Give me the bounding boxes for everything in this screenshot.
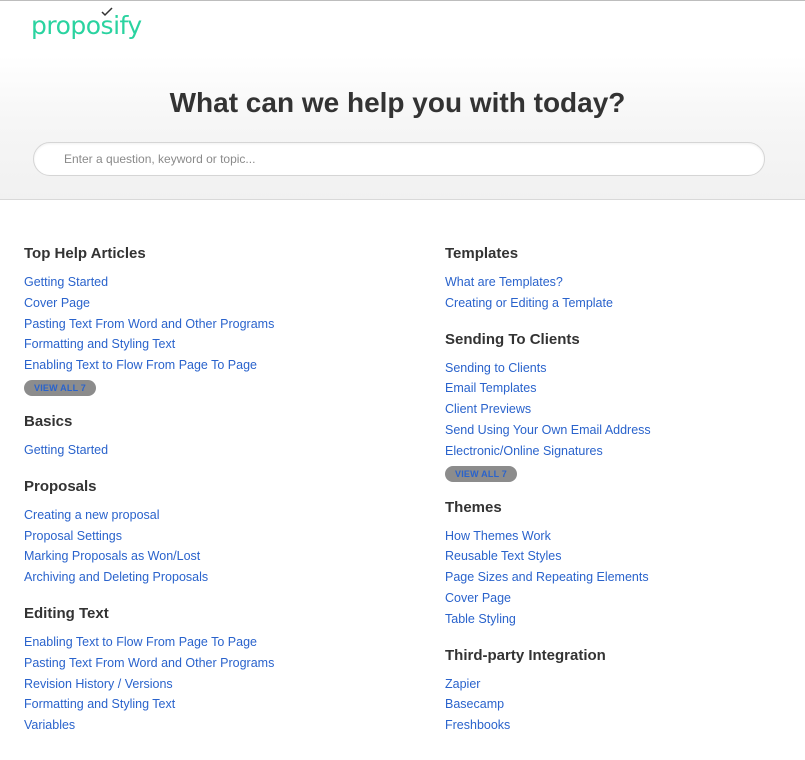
article-list: Creating a new proposal Proposal Settings…: [24, 505, 404, 588]
list-item: What are Templates?: [445, 272, 785, 293]
section-heading: Themes: [445, 498, 502, 516]
article-link[interactable]: Variables: [24, 718, 75, 732]
list-item: Page Sizes and Repeating Elements: [445, 567, 785, 588]
list-item: Formatting and Styling Text: [24, 334, 404, 355]
list-item: Freshbooks: [445, 715, 785, 736]
article-list: Sending to Clients Email Templates Client …: [445, 358, 785, 462]
article-link[interactable]: Archiving and Deleting Proposals: [24, 570, 208, 584]
article-list: Enabling Text to Flow From Page To Page P…: [24, 632, 404, 736]
section-proposals: Proposals Creating a new proposal Proposal…: [24, 477, 404, 588]
article-list: What are Templates? Creating or Editing a…: [445, 272, 785, 314]
article-link[interactable]: Enabling Text to Flow From Page To Page: [24, 358, 257, 372]
proposify-logo[interactable]: proposify: [31, 7, 142, 41]
article-link[interactable]: Sending to Clients: [445, 361, 546, 375]
left-column: Top Help Articles Getting Started Cover Pa…: [24, 244, 404, 752]
article-list: Getting Started Cover Page Pasting Text Fr…: [24, 272, 404, 376]
article-link[interactable]: Creating or Editing a Template: [445, 296, 613, 310]
list-item: Pasting Text From Word and Other Program…: [24, 653, 404, 674]
article-link[interactable]: Page Sizes and Repeating Elements: [445, 570, 649, 584]
list-item: Creating a new proposal: [24, 505, 404, 526]
article-link[interactable]: Revision History / Versions: [24, 677, 173, 691]
list-item: Reusable Text Styles: [445, 546, 785, 567]
list-item: Basecamp: [445, 694, 785, 715]
list-item: Zapier: [445, 674, 785, 695]
list-item: Proposal Settings: [24, 526, 404, 547]
hero-header: proposify What can we help you with toda…: [0, 1, 805, 200]
list-item: Pasting Text From Word and Other Program…: [24, 314, 404, 335]
article-link[interactable]: Basecamp: [445, 697, 504, 711]
article-link[interactable]: Pasting Text From Word and Other Program…: [24, 317, 274, 331]
list-item: Send Using Your Own Email Address: [445, 420, 785, 441]
article-link[interactable]: Reusable Text Styles: [445, 549, 562, 563]
article-link[interactable]: Electronic/Online Signatures: [445, 444, 603, 458]
article-link[interactable]: Cover Page: [24, 296, 90, 310]
list-item: Variables: [24, 715, 404, 736]
article-link[interactable]: Freshbooks: [445, 718, 510, 732]
logo-text: proposify: [31, 11, 142, 40]
article-link[interactable]: Marking Proposals as Won/Lost: [24, 549, 200, 563]
article-link[interactable]: Getting Started: [24, 275, 108, 289]
section-heading: Templates: [445, 245, 519, 262]
article-link[interactable]: Proposal Settings: [24, 529, 122, 543]
list-item: Creating or Editing a Template: [445, 293, 785, 314]
list-item: Marking Proposals as Won/Lost: [24, 546, 404, 567]
article-link[interactable]: Formatting and Styling Text: [24, 337, 175, 351]
article-link[interactable]: Zapier: [445, 677, 480, 691]
list-item: Client Previews: [445, 399, 785, 420]
list-item: Archiving and Deleting Proposals: [24, 567, 404, 588]
search-input[interactable]: [33, 142, 765, 176]
article-link[interactable]: Getting Started: [24, 443, 108, 457]
section-heading: Third-party Integration: [445, 646, 606, 664]
list-item: Table Styling: [445, 609, 785, 630]
section-themes: Themes How Themes Work Reusable Text Style…: [445, 498, 785, 630]
section-top-help-articles: Top Help Articles Getting Started Cover Pa…: [24, 244, 404, 396]
section-heading: Sending To Clients: [445, 330, 580, 348]
list-item: Enabling Text to Flow From Page To Page: [24, 632, 404, 653]
section-sending-to-clients: Sending To Clients Sending to Clients Emai…: [445, 330, 785, 482]
article-list: How Themes Work Reusable Text Styles Page …: [445, 526, 785, 630]
view-all-button[interactable]: VIEW ALL 7: [24, 379, 97, 396]
article-link[interactable]: Send Using Your Own Email Address: [445, 423, 651, 437]
list-item: How Themes Work: [445, 526, 785, 547]
list-item: Email Templates: [445, 378, 785, 399]
list-item: Sending to Clients: [445, 358, 785, 379]
article-list: Zapier Basecamp Freshbooks: [445, 674, 785, 736]
article-link[interactable]: Formatting and Styling Text: [24, 697, 175, 711]
list-item: Cover Page: [24, 293, 404, 314]
section-third-party-integration: Third-party Integration Zapier Basecamp Fre…: [445, 646, 785, 736]
section-templates: Templates What are Templates? Creating or …: [445, 244, 785, 314]
list-item: Enabling Text to Flow From Page To Page: [24, 355, 404, 376]
article-link[interactable]: How Themes Work: [445, 529, 551, 543]
article-link[interactable]: Table Styling: [445, 612, 516, 626]
list-item: Cover Page: [445, 588, 785, 609]
page-title: What can we help you with today?: [169, 87, 626, 118]
list-item: Formatting and Styling Text: [24, 694, 404, 715]
checkmark-icon: [101, 7, 113, 17]
article-link[interactable]: Creating a new proposal: [24, 508, 160, 522]
article-link[interactable]: Enabling Text to Flow From Page To Page: [24, 635, 257, 649]
article-link[interactable]: Pasting Text From Word and Other Program…: [24, 656, 274, 670]
view-all-button[interactable]: VIEW ALL 7: [445, 465, 518, 482]
list-item: Revision History / Versions: [24, 674, 404, 695]
section-heading: Proposals: [24, 477, 97, 495]
article-list: Getting Started: [24, 440, 404, 461]
right-column: Templates What are Templates? Creating or …: [445, 244, 785, 752]
section-heading: Basics: [24, 412, 73, 430]
list-item: Electronic/Online Signatures: [445, 441, 785, 462]
section-basics: Basics Getting Started: [24, 412, 404, 461]
list-item: Getting Started: [24, 272, 404, 293]
section-editing-text: Editing Text Enabling Text to Flow From P…: [24, 604, 404, 736]
article-link[interactable]: Client Previews: [445, 402, 531, 416]
article-link[interactable]: Email Templates: [445, 381, 536, 395]
list-item: Getting Started: [24, 440, 404, 461]
section-heading: Editing Text: [24, 604, 109, 622]
section-heading: Top Help Articles: [24, 245, 146, 262]
article-link[interactable]: Cover Page: [445, 591, 511, 605]
article-link[interactable]: What are Templates?: [445, 275, 563, 289]
